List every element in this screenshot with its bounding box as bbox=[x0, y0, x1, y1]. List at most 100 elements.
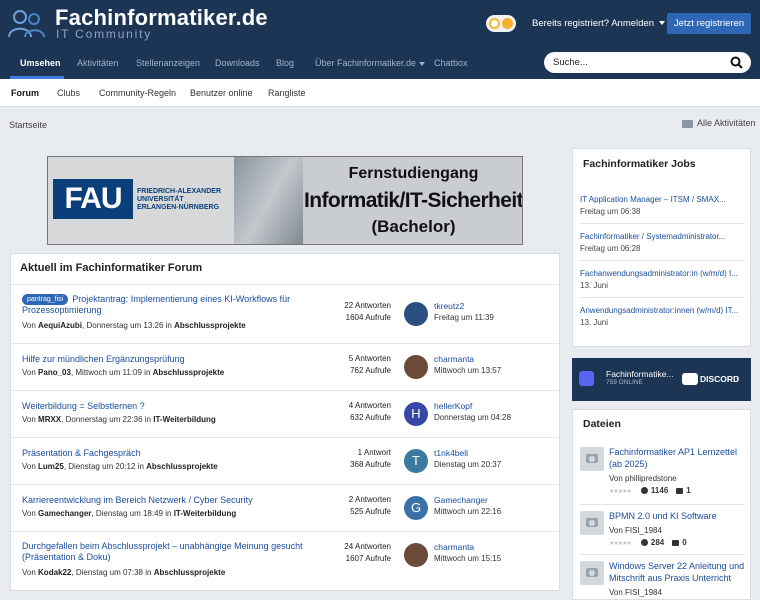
fau-logo-area: FAU FRIEDRICH-ALEXANDER UNIVERSITÄT ERLA… bbox=[48, 157, 234, 244]
last-poster-link[interactable]: hellerKopf bbox=[434, 401, 472, 411]
avatar[interactable] bbox=[404, 302, 428, 326]
author-link[interactable]: Kodak22 bbox=[38, 568, 71, 577]
banner-photo bbox=[234, 157, 304, 244]
theme-toggle[interactable] bbox=[486, 15, 516, 32]
topic-title[interactable]: pantrag_fisi Projektantrag: Implementieru… bbox=[22, 294, 307, 316]
topic-title-text: Weiterbildung = Selbstlernen ? bbox=[22, 401, 145, 411]
signin-link[interactable]: Bereits registriert? Anmelden bbox=[532, 18, 665, 29]
nav-item-umsehen[interactable]: Umsehen bbox=[20, 47, 61, 79]
nav-item-chatbox[interactable]: Chatbox bbox=[434, 47, 468, 79]
file-title[interactable]: Fachinformatiker AP1 Lernzettel (ab 2025… bbox=[609, 447, 747, 470]
answer-count: 1 Antwort bbox=[357, 448, 391, 457]
topic-title[interactable]: Durchgefallen beim Abschlussprojekt – un… bbox=[22, 541, 307, 563]
nav-item-blog[interactable]: Blog bbox=[276, 47, 294, 79]
forum-link[interactable]: Abschlussprojekte bbox=[154, 568, 226, 577]
discord-icon bbox=[682, 373, 698, 385]
avatar[interactable]: H bbox=[404, 402, 428, 426]
topic-title-text: Durchgefallen beim Abschlussprojekt – un… bbox=[22, 541, 303, 562]
camera-lens-icon bbox=[589, 570, 595, 576]
last-poster-link[interactable]: Gamechanger bbox=[434, 495, 488, 505]
avatar[interactable] bbox=[404, 543, 428, 567]
banner-text-area: Fernstudiengang Informatik/IT-Sicherheit… bbox=[303, 157, 522, 244]
answer-count: 24 Antworten bbox=[344, 542, 391, 551]
breadcrumb[interactable]: Startseite bbox=[9, 120, 47, 130]
prefix-badge[interactable]: pantrag_fisi bbox=[22, 294, 69, 305]
meta-by: Von bbox=[22, 368, 36, 377]
subnav-item-community-regeln[interactable]: Community-Regeln bbox=[99, 79, 176, 107]
file-item[interactable]: Fachinformatiker AP1 Lernzettel (ab 2025… bbox=[573, 442, 750, 502]
fau-logo: FAU bbox=[53, 179, 133, 219]
uni-line-3: ERLANGEN-NÜRNBERG bbox=[137, 204, 220, 211]
subnav-item-clubs[interactable]: Clubs bbox=[57, 79, 80, 107]
chevron-right-icon: › bbox=[736, 372, 739, 382]
meta-by: Von bbox=[22, 568, 36, 577]
subnav-item-rangliste[interactable]: Rangliste bbox=[268, 79, 306, 107]
last-poster-link[interactable]: charmanta bbox=[434, 542, 474, 552]
answer-count: 4 Antworten bbox=[348, 401, 391, 410]
table-row: Hilfe zur mündlichen Ergänzungsprüfung Vo… bbox=[11, 343, 559, 390]
site-subtitle: IT Community bbox=[56, 27, 153, 41]
forum-link[interactable]: Abschlussprojekte bbox=[174, 321, 246, 330]
download-icon bbox=[640, 487, 648, 494]
search-field[interactable]: Suche... bbox=[544, 52, 751, 73]
meta-by: Von bbox=[22, 321, 36, 330]
last-poster-link[interactable]: charmanta bbox=[434, 354, 474, 364]
nav-item-ueber[interactable]: Über Fachinformatiker.de bbox=[315, 47, 426, 79]
discord-widget[interactable]: Fachinformatike... 759 ONLINE DISCORD › bbox=[572, 358, 751, 401]
subnav-item-forum[interactable]: Forum bbox=[11, 79, 39, 107]
search-icon[interactable] bbox=[730, 56, 743, 69]
discord-label: DISCORD bbox=[700, 374, 740, 384]
last-post-date: Freitag um 11:39 bbox=[434, 313, 494, 322]
job-item[interactable]: Anwendungsadministrator:innen (w/m/d) IT… bbox=[573, 297, 750, 339]
author-link[interactable]: AequiAzubi bbox=[38, 321, 82, 330]
community-logo-icon[interactable] bbox=[8, 8, 46, 38]
search-input[interactable]: Suche... bbox=[553, 57, 588, 68]
author-link[interactable]: Gamechanger bbox=[38, 509, 91, 518]
divider bbox=[580, 260, 745, 261]
job-title[interactable]: Fachanwendungsadministrator:in (w/m/d) I… bbox=[580, 269, 745, 278]
topic-title-text: Präsentation & Fachgespräch bbox=[22, 448, 141, 458]
last-post-date: Donnerstag um 04:28 bbox=[434, 413, 511, 422]
file-title[interactable]: Windows Server 22 Anleitung und Mitschri… bbox=[609, 561, 747, 584]
forum-link[interactable]: Abschlussprojekte bbox=[153, 368, 225, 377]
file-thumbnail[interactable] bbox=[580, 511, 604, 535]
last-poster-link[interactable]: tkreutz2 bbox=[434, 301, 464, 311]
avatar[interactable]: T bbox=[404, 449, 428, 473]
nav-item-stellenanzeigen[interactable]: Stellenanzeigen bbox=[136, 47, 200, 79]
topic-title[interactable]: Präsentation & Fachgespräch bbox=[22, 448, 307, 459]
file-thumbnail[interactable] bbox=[580, 447, 604, 471]
nav-item-downloads[interactable]: Downloads bbox=[215, 47, 260, 79]
answer-count: 2 Antworten bbox=[348, 495, 391, 504]
forum-link[interactable]: IT-Weiterbildung bbox=[153, 415, 216, 424]
nav-item-aktivitaeten[interactable]: Aktivitäten bbox=[77, 47, 119, 79]
topic-title[interactable]: Hilfe zur mündlichen Ergänzungsprüfung bbox=[22, 354, 307, 365]
ad-banner[interactable]: FAU FRIEDRICH-ALEXANDER UNIVERSITÄT ERLA… bbox=[47, 156, 523, 245]
table-row: pantrag_fisi Projektantrag: Implementieru… bbox=[11, 284, 559, 343]
topic-title[interactable]: Karriereentwicklung im Bereich Netzwerk … bbox=[22, 495, 307, 506]
avatar[interactable] bbox=[404, 355, 428, 379]
file-title[interactable]: BPMN 2.0 und KI Software bbox=[609, 511, 747, 523]
camera-lens-icon bbox=[589, 520, 595, 526]
forum-link[interactable]: Abschlussprojekte bbox=[146, 462, 218, 471]
topic-title[interactable]: Weiterbildung = Selbstlernen ? bbox=[22, 401, 307, 412]
avatar[interactable]: G bbox=[404, 496, 428, 520]
author-link[interactable]: Pano_03 bbox=[38, 368, 71, 377]
job-title[interactable]: Anwendungsadministrator:innen (w/m/d) IT… bbox=[580, 306, 745, 315]
subnav-item-benutzer-online[interactable]: Benutzer online bbox=[190, 79, 253, 107]
files-widget-title: Dateien bbox=[583, 418, 621, 430]
job-title[interactable]: IT Application Manager – ITSM / SMAX... bbox=[580, 195, 745, 204]
last-poster-link[interactable]: t1nk4bell bbox=[434, 448, 468, 458]
last-post-date: Dienstag um 20:37 bbox=[434, 460, 502, 469]
job-title[interactable]: Fachinformatiker / Systemadministrator..… bbox=[580, 232, 745, 241]
download-count: 1146 bbox=[650, 486, 669, 495]
file-item[interactable]: Windows Server 22 Anleitung und Mitschri… bbox=[573, 554, 750, 600]
author-link[interactable]: Lum25 bbox=[38, 462, 64, 471]
all-activities-link[interactable]: Alle Aktivitäten bbox=[682, 118, 756, 128]
last-post-date: Mittwoch um 22:16 bbox=[434, 507, 502, 516]
chevron-down-icon bbox=[419, 61, 426, 66]
register-button[interactable]: Jetzt registrieren bbox=[667, 13, 751, 34]
author-link[interactable]: MRXX bbox=[38, 415, 61, 424]
forum-link[interactable]: IT-Weiterbildung bbox=[174, 509, 237, 518]
file-thumbnail[interactable] bbox=[580, 561, 604, 585]
divider bbox=[580, 223, 745, 224]
